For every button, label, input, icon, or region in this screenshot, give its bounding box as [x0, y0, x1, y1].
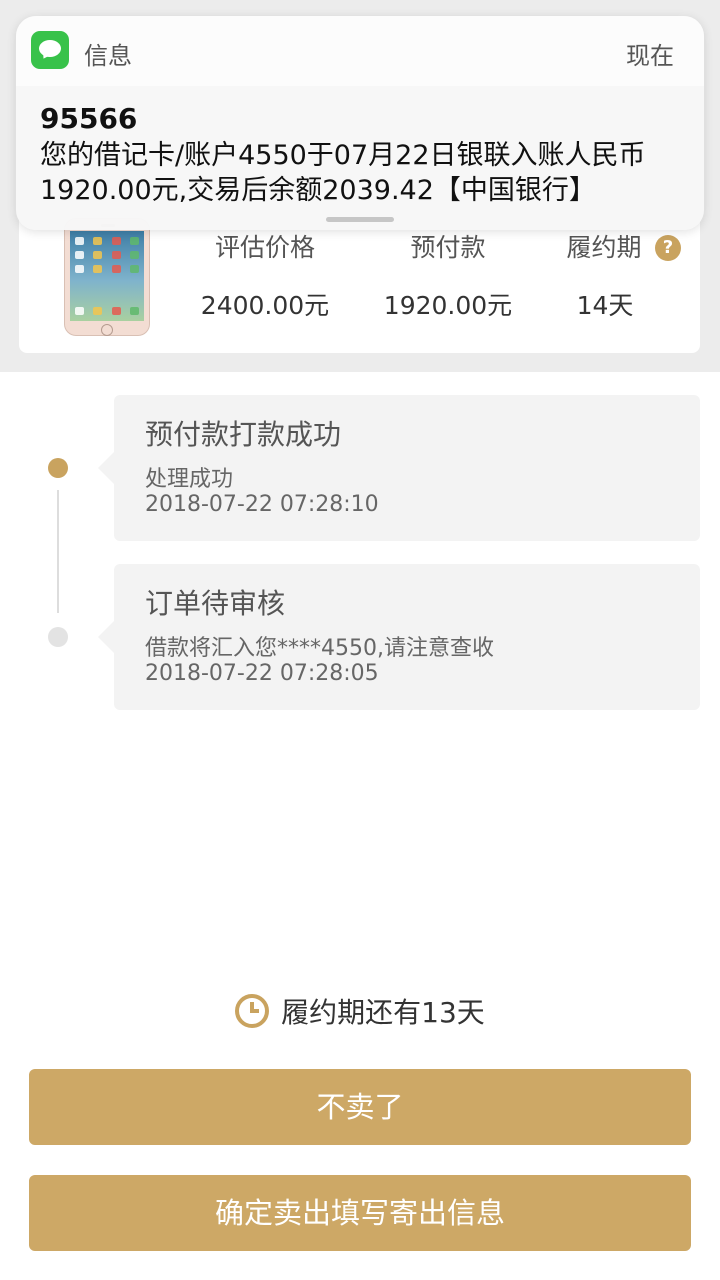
messages-app-icon [31, 31, 69, 69]
event-status: 借款将汇入您****4550,请注意查收 [145, 636, 494, 661]
timeline-line [57, 490, 59, 613]
cancel-sale-button[interactable]: 不卖了 [29, 1069, 691, 1145]
notification-drag-handle[interactable] [326, 217, 394, 222]
event-time: 2018-07-22 07:28:10 [145, 492, 379, 517]
event-title: 预付款打款成功 [145, 418, 342, 451]
event-time: 2018-07-22 07:28:05 [145, 661, 379, 686]
term-value: 14天 [576, 291, 634, 320]
notification-time: 现在 [626, 42, 674, 70]
timeline-event-card: 订单待审核 借款将汇入您****4550,请注意查收 2018-07-22 07… [98, 564, 700, 710]
countdown-text: 履约期还有13天 [281, 996, 485, 1029]
sms-notification[interactable]: 信息 现在 95566 您的借记卡/账户4550于07月22日银联入账人民币19… [16, 16, 704, 230]
phone-image [64, 218, 150, 336]
prepayment-label: 预付款 [410, 233, 486, 262]
help-icon[interactable]: ? [655, 235, 681, 261]
clock-icon [235, 994, 270, 1028]
event-status: 处理成功 [145, 467, 234, 492]
appraisal-price-label: 评估价格 [214, 233, 315, 262]
confirm-sale-button[interactable]: 确定卖出填写寄出信息 [29, 1175, 691, 1251]
notification-body: 您的借记卡/账户4550于07月22日银联入账人民币1920.00元,交易后余额… [40, 140, 646, 206]
event-title: 订单待审核 [145, 587, 286, 620]
timeline-dot-active [48, 458, 68, 478]
notification-sender: 95566 [40, 102, 138, 135]
notification-app-name: 信息 [84, 42, 132, 70]
timeline-dot-pending [48, 627, 68, 647]
prepayment-value: 1920.00元 [383, 291, 513, 320]
timeline-event-card: 预付款打款成功 处理成功 2018-07-22 07:28:10 [98, 395, 700, 541]
term-countdown: 履约期还有13天 [0, 991, 720, 1031]
appraisal-price-value: 2400.00元 [200, 291, 330, 320]
